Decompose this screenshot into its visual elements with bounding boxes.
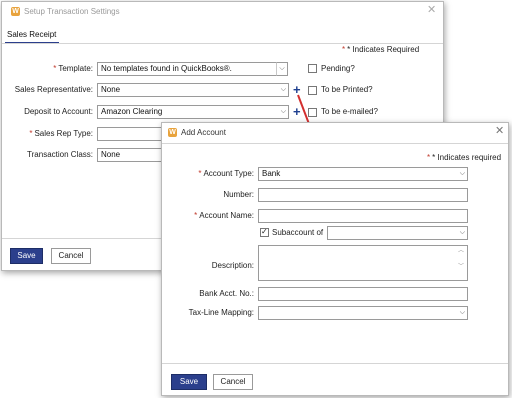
subaccount-checkbox[interactable] — [260, 227, 269, 237]
to-be-printed-checkbox[interactable] — [308, 86, 317, 95]
sales-rep-value: None — [101, 85, 121, 94]
chevron-down-icon: ⌵ — [459, 170, 465, 177]
tax-line-select[interactable]: ⌵ — [258, 306, 468, 320]
account-name-label: * Account Name: — [194, 211, 254, 220]
add-account-titlebar: W Add Account ✕ — [162, 123, 508, 143]
setup-cancel-button[interactable]: Cancel — [51, 248, 91, 264]
sales-rep-label: Sales Representative: — [14, 85, 93, 94]
tab-divider — [2, 43, 443, 44]
add-account-footer-divider — [162, 363, 508, 364]
sales-rep-select[interactable]: None ⌵ — [97, 83, 289, 97]
required-note: * * Indicates required — [427, 153, 502, 162]
transaction-class-label: Transaction Class: — [27, 150, 93, 159]
bank-acct-input[interactable] — [258, 287, 468, 301]
to-be-emailed-label: To be e-mailed? — [321, 107, 378, 116]
required-note: * * Indicates Required — [342, 45, 420, 54]
setup-dialog-title: Setup Transaction Settings — [24, 7, 120, 16]
add-account-title-divider — [162, 143, 508, 144]
description-label: Description: — [211, 261, 254, 270]
subaccount-select[interactable]: ⌵ — [327, 226, 468, 240]
pending-label: Pending? — [321, 64, 355, 73]
template-label-text: Template: — [58, 64, 93, 73]
deposit-label: Deposit to Account: — [24, 107, 93, 116]
number-input[interactable] — [258, 188, 468, 202]
chevron-down-icon: ⌵ — [459, 229, 465, 236]
setup-titlebar: W Setup Transaction Settings ✕ — [2, 2, 443, 22]
template-select[interactable]: No templates found in QuickBooks®. — [97, 62, 277, 76]
add-account-cancel-button[interactable]: Cancel — [213, 374, 253, 390]
textarea-scroll-arrows[interactable]: ︿ ﹀ — [456, 247, 466, 271]
app-logo-icon: W — [168, 128, 177, 137]
bank-acct-label: Bank Acct. No.: — [199, 289, 254, 298]
account-type-select[interactable]: Bank ⌵ — [258, 167, 468, 181]
plus-icon[interactable]: + — [293, 105, 301, 118]
required-note-text: * Indicates Required — [347, 45, 420, 54]
subaccount-label: Subaccount of — [272, 228, 324, 237]
description-textarea[interactable] — [258, 245, 468, 281]
chevron-down-icon: ⌵ — [280, 108, 286, 115]
app-logo-icon: W — [11, 7, 20, 16]
deposit-account-value: Amazon Clearing — [101, 107, 163, 116]
number-label: Number: — [223, 190, 254, 199]
to-be-printed-label: To be Printed? — [321, 85, 373, 94]
setup-save-button[interactable]: Save — [10, 248, 43, 264]
add-account-dialog: W Add Account ✕ * * Indicates required * A… — [161, 122, 509, 396]
to-be-emailed-checkbox[interactable] — [308, 108, 317, 117]
account-type-label-text: Account Type: — [203, 169, 254, 178]
sales-rep-type-label-text: Sales Rep Type: — [34, 129, 93, 138]
sales-rep-type-label: * Sales Rep Type: — [29, 129, 93, 138]
template-label: * Template: — [53, 64, 93, 73]
close-icon[interactable]: ✕ — [427, 5, 436, 16]
tab-sales-receipt[interactable]: Sales Receipt — [7, 30, 56, 39]
chevron-down-icon[interactable]: ⌵ — [276, 62, 288, 76]
account-name-input[interactable] — [258, 209, 468, 223]
account-type-value: Bank — [262, 169, 281, 178]
add-account-title: Add Account — [181, 128, 226, 137]
account-name-label-text: Account Name: — [199, 211, 254, 220]
chevron-down-icon: ⌵ — [459, 309, 465, 316]
account-type-label: * Account Type: — [198, 169, 254, 178]
tax-line-label: Tax-Line Mapping: — [188, 308, 254, 317]
deposit-account-select[interactable]: Amazon Clearing ⌵ — [97, 105, 289, 119]
required-note-text: * Indicates required — [432, 153, 502, 162]
chevron-down-icon: ⌵ — [280, 86, 286, 93]
add-account-save-button[interactable]: Save — [171, 374, 207, 390]
close-icon[interactable]: ✕ — [495, 126, 504, 137]
plus-icon[interactable]: + — [293, 83, 301, 96]
pending-checkbox[interactable] — [308, 64, 317, 73]
